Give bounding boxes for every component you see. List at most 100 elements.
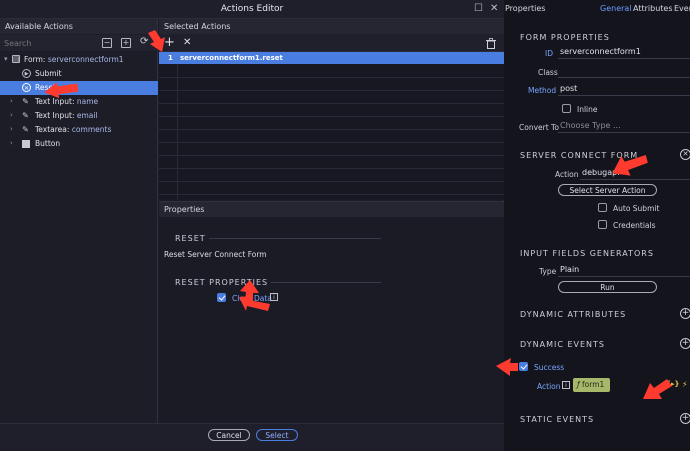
tree-item-value: email: [76, 111, 98, 120]
panel-title: Properties: [505, 4, 546, 13]
close-icon[interactable]: ✕: [490, 3, 498, 14]
search-row: − + ⟳: [0, 35, 158, 51]
action-field[interactable]: debugapi: [580, 167, 690, 180]
select-button[interactable]: Select: [256, 429, 298, 441]
selected-actions-grid: 1 serverconnectform1.reset: [159, 52, 504, 200]
dialog-title: Actions Editor: [220, 4, 284, 14]
expand-all-icon[interactable]: +: [121, 38, 131, 48]
tree-item-button[interactable]: › Button: [0, 137, 158, 151]
selected-actions-toolbar: + ✕: [159, 34, 504, 52]
tree-item-reset[interactable]: ✕ Reset: [0, 81, 158, 95]
chevron-right-icon[interactable]: ›: [10, 111, 13, 119]
dialog-footer: Cancel Select: [0, 423, 504, 451]
reset-description: Reset Server Connect Form: [164, 250, 267, 259]
reset-icon: ✕: [22, 83, 31, 92]
add-dynamic-event-icon[interactable]: +: [680, 338, 690, 349]
info-icon[interactable]: i: [270, 293, 278, 301]
available-actions-header: Available Actions: [0, 19, 157, 34]
add-static-event-icon[interactable]: +: [680, 413, 690, 424]
properties-header: Properties: [159, 202, 504, 217]
dynamic-attributes-title: DYNAMIC ATTRIBUTES: [520, 310, 627, 319]
cancel-button[interactable]: Cancel: [208, 429, 250, 441]
remove-icon[interactable]: ✕: [183, 37, 191, 48]
tree-item-label: Button: [35, 139, 61, 148]
actions-editor-dialog: Actions Editor ☐ ✕ Available Actions − +…: [0, 0, 504, 451]
add-icon[interactable]: +: [164, 35, 175, 50]
convert-to-select[interactable]: Choose Type ...: [558, 120, 690, 133]
reset-section-title: RESET: [175, 234, 206, 243]
method-select[interactable]: post: [558, 83, 690, 96]
select-server-action-button[interactable]: Select Server Action: [558, 184, 657, 196]
credentials-label: Credentials: [613, 221, 656, 230]
type-label: Type: [539, 267, 557, 276]
clear-data-checkbox[interactable]: [217, 293, 226, 302]
server-connect-form-title: SERVER CONNECT FORM: [520, 151, 639, 160]
success-checkbox[interactable]: [519, 362, 528, 371]
search-input[interactable]: [4, 37, 94, 49]
tree-item-value: name: [76, 97, 99, 106]
properties-panel: Properties General Attributes Events FOR…: [504, 0, 690, 451]
tree-item-text-input-name[interactable]: › ✎ Text Input: name: [0, 95, 158, 109]
event-action-value: form1: [582, 380, 605, 389]
panel-tabs: Properties General Attributes Events: [504, 0, 690, 19]
input-fields-generators-title: INPUT FIELDS GENERATORS: [520, 249, 654, 258]
tree-item-form[interactable]: ▾ ▤ Form: serverconnectform1: [0, 53, 158, 67]
action-properties-pane: Properties RESET Reset Server Connect Fo…: [159, 201, 504, 423]
tree-item-label: Text Input:: [35, 111, 75, 120]
textarea-icon: ✎: [22, 125, 29, 134]
tree-item-textarea-comments[interactable]: › ✎ Textarea: comments: [0, 123, 158, 137]
row-label: serverconnectform1.reset: [180, 54, 283, 62]
refresh-icon[interactable]: ⟳: [140, 36, 148, 47]
tree-item-label: Textarea:: [35, 125, 70, 134]
form-icon: ▤: [12, 55, 20, 63]
id-label: ID: [545, 49, 553, 58]
function-icon: ƒ: [577, 380, 580, 389]
credentials-checkbox[interactable]: [598, 220, 607, 229]
type-select[interactable]: Plain: [558, 264, 690, 277]
tree-item-label: Text Input:: [35, 97, 75, 106]
tree-item-label: Reset: [35, 83, 56, 92]
convert-to-label: Convert To: [519, 123, 559, 132]
event-action-label: Action: [537, 382, 561, 391]
auto-submit-label: Auto Submit: [613, 204, 660, 213]
tree-item-submit[interactable]: ▶ Submit: [0, 67, 158, 81]
chevron-right-icon[interactable]: ›: [10, 97, 13, 105]
reset-properties-title: RESET PROPERTIES: [175, 278, 269, 287]
clear-data-label: Clear Data: [232, 294, 272, 303]
tree-item-text-input-email[interactable]: › ✎ Text Input: email: [0, 109, 158, 123]
inline-checkbox[interactable]: [562, 104, 571, 113]
inline-label: Inline: [577, 105, 598, 114]
action-picker-icon[interactable]: ⚡: [682, 380, 688, 389]
tree-item-label: Submit: [35, 69, 62, 78]
id-field[interactable]: serverconnectform1: [558, 46, 690, 59]
trash-icon[interactable]: [486, 38, 496, 49]
class-label: Class: [538, 68, 558, 77]
chevron-right-icon[interactable]: ›: [10, 125, 13, 133]
tree-item-value: serverconnectform1: [47, 55, 124, 64]
pencil-icon: ✎: [22, 97, 29, 106]
info-icon[interactable]: i: [562, 381, 570, 389]
maximize-icon[interactable]: ☐: [474, 3, 483, 14]
tree-item-value: comments: [71, 125, 112, 134]
tab-general[interactable]: General: [600, 4, 632, 13]
auto-submit-checkbox[interactable]: [598, 203, 607, 212]
remove-circle-icon[interactable]: ✕: [680, 149, 690, 160]
tab-attributes[interactable]: Attributes: [633, 4, 673, 13]
collapse-all-icon[interactable]: −: [102, 38, 112, 48]
pencil-icon: ✎: [22, 111, 29, 120]
selected-actions-pane: Selected Actions + ✕ 1 serverconnectform…: [159, 19, 504, 200]
run-button[interactable]: Run: [558, 281, 657, 293]
data-binding-icon[interactable]: {▸}: [666, 380, 679, 388]
tree-item-label: Form:: [24, 55, 46, 64]
chevron-down-icon[interactable]: ▾: [4, 55, 8, 63]
method-label: Method: [528, 86, 557, 95]
dialog-titlebar: Actions Editor ☐ ✕: [0, 0, 504, 19]
add-dynamic-attribute-icon[interactable]: +: [680, 308, 690, 319]
selected-actions-header: Selected Actions: [159, 19, 504, 34]
submit-icon: ▶: [22, 69, 31, 78]
event-action-chip[interactable]: ƒ form1: [573, 378, 610, 392]
class-field[interactable]: [558, 65, 690, 78]
tab-events[interactable]: Events: [674, 4, 690, 13]
chevron-right-icon[interactable]: ›: [10, 139, 13, 147]
selected-action-row[interactable]: 1 serverconnectform1.reset: [159, 52, 504, 64]
